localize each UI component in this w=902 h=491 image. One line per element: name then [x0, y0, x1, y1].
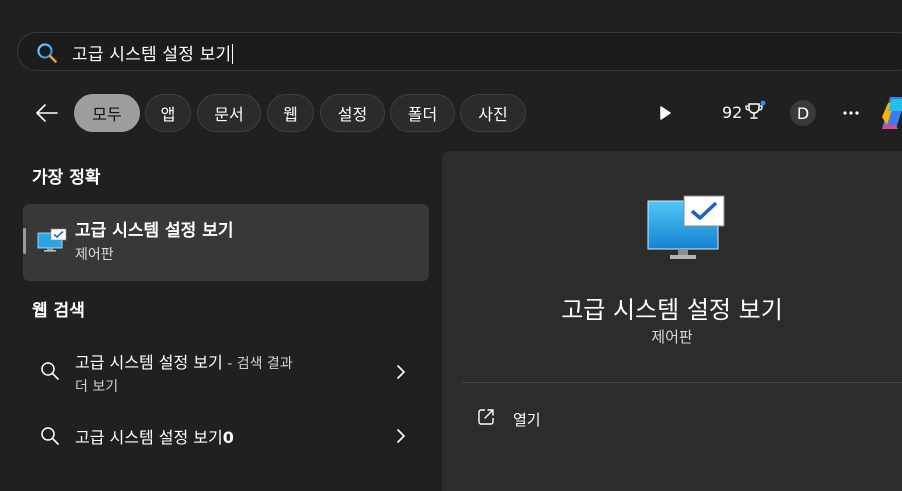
web-result-suffix-bold: 0 [222, 428, 234, 447]
divider [462, 382, 902, 383]
chevron-right-icon [397, 429, 405, 443]
text-cursor [232, 44, 234, 64]
more-options-button[interactable] [838, 100, 864, 126]
web-search-heading: 웹 검색 [32, 301, 85, 321]
search-icon [41, 427, 59, 445]
filter-chip-folders[interactable]: 폴더 [390, 94, 455, 132]
filter-chip-web[interactable]: 웹 [267, 94, 314, 132]
open-external-icon[interactable] [477, 408, 495, 426]
detail-title: 고급 시스템 설정 보기 [561, 296, 783, 324]
search-input[interactable]: 고급 시스템 설정 보기 [72, 40, 234, 65]
arrow-left-icon [36, 104, 58, 122]
more-dots-icon [843, 111, 859, 115]
filter-chip-photos[interactable]: 사진 [460, 94, 526, 132]
web-result-title: 고급 시스템 설정 보기 - 검색 결과 [75, 353, 293, 372]
search-icon [37, 43, 57, 63]
web-result-suffix: - 검색 결과 [222, 356, 293, 372]
filter-chip-apps[interactable]: 앱 [145, 94, 191, 132]
web-result-line2: 더 보기 [75, 379, 119, 395]
chevron-right-icon [397, 365, 405, 379]
system-properties-icon [647, 195, 725, 259]
detail-subtitle: 제어판 [651, 328, 693, 346]
play-button[interactable] [652, 100, 678, 126]
account-avatar[interactable]: D [790, 100, 816, 126]
search-query: 고급 시스템 설정 보기 [72, 45, 232, 65]
filter-chip-documents[interactable]: 문서 [197, 94, 261, 132]
open-action[interactable]: 열기 [513, 409, 541, 430]
best-match-title: 고급 시스템 설정 보기 [75, 221, 234, 241]
back-button[interactable] [32, 100, 62, 126]
system-properties-icon [37, 228, 67, 252]
web-search-result[interactable]: 고급 시스템 설정 보기 - 검색 결과 더 보기 [23, 340, 429, 402]
trophy-icon[interactable] [744, 100, 766, 122]
rewards-points[interactable]: 92 [722, 103, 742, 122]
filter-chip-settings[interactable]: 설정 [320, 94, 385, 132]
best-match-subtitle: 제어판 [75, 247, 114, 263]
copilot-icon[interactable] [878, 95, 902, 131]
play-icon [660, 106, 671, 120]
web-search-result[interactable]: 고급 시스템 설정 보기0 [23, 414, 429, 458]
search-icon [41, 362, 59, 380]
selection-indicator [23, 228, 26, 254]
filter-chip-all[interactable]: 모두 [74, 94, 140, 132]
best-match-heading: 가장 정확 [32, 168, 101, 188]
web-result-title: 고급 시스템 설정 보기0 [75, 428, 234, 447]
